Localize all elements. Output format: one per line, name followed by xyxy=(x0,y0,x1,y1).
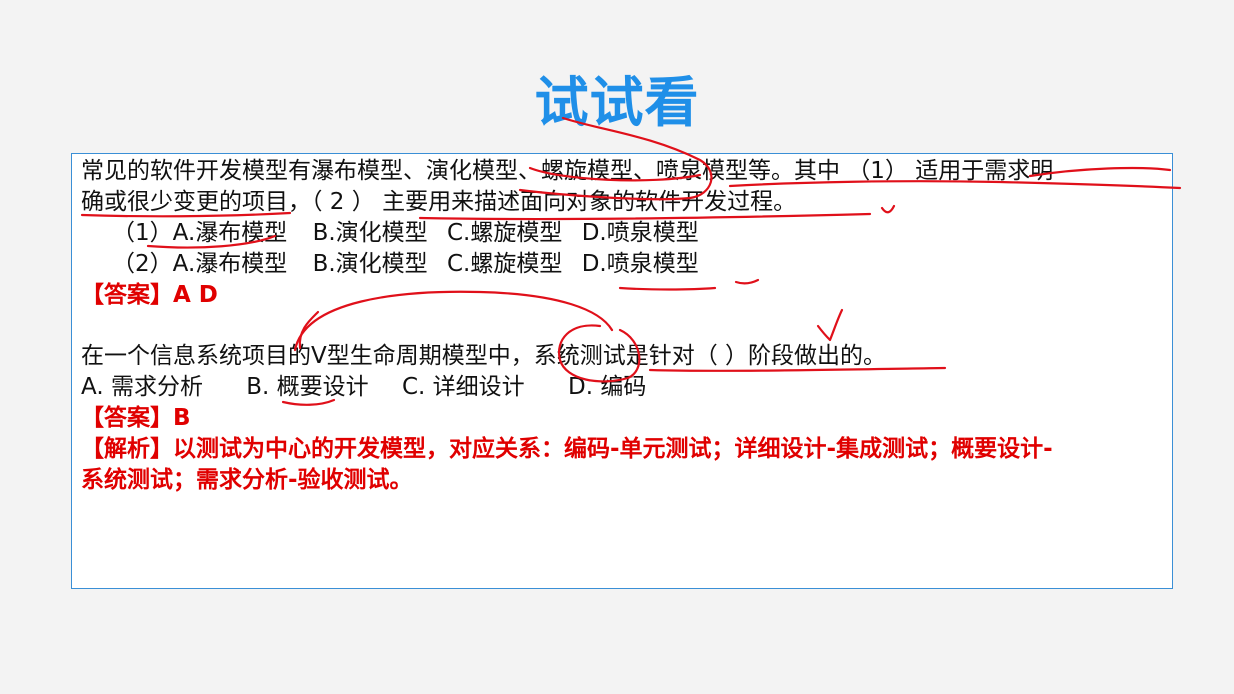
q1-option-b: B.演化模型 xyxy=(312,220,428,246)
q2-answer: 【答案】B xyxy=(81,405,191,431)
q2-option-d: D. 编码 xyxy=(567,374,647,400)
q2-option-a: A. 需求分析 xyxy=(81,374,203,400)
q1-option-label: （1） xyxy=(112,220,173,246)
q2-stem: 在一个信息系统项目的V型生命周期模型中，系统测试是针对（ ）阶段做出的。 xyxy=(81,343,887,369)
q1-option-c: C.螺旋模型 xyxy=(447,220,563,246)
q1-stem-line1: 常见的软件开发模型有瀑布模型、演化模型、螺旋模型、喷泉模型等。其中 （1） 适用… xyxy=(81,158,1054,184)
q1-option-a: A.瀑布模型 xyxy=(172,251,288,277)
q2-analysis-line2: 系统测试；需求分析-验收测试。 xyxy=(81,467,413,493)
q1-option-d: D.喷泉模型 xyxy=(581,251,699,277)
q2-analysis-line1: 【解析】以测试为中心的开发模型，对应关系：编码-单元测试；详细设计-集成测试；概… xyxy=(81,436,1053,462)
q1-option-b: B.演化模型 xyxy=(312,251,428,277)
q2-option-b: B. 概要设计 xyxy=(246,374,369,400)
q1-options-row1: （1）A.瀑布模型 B.演化模型 C.螺旋模型 D.喷泉模型 xyxy=(112,218,699,249)
q1-options-row2: （2）A.瀑布模型 B.演化模型 C.螺旋模型 D.喷泉模型 xyxy=(112,249,699,280)
q1-option-a: A.瀑布模型 xyxy=(172,220,288,246)
slide-title: 试试看 xyxy=(534,71,700,134)
q1-answer: 【答案】A D xyxy=(81,282,218,308)
q1-option-d: D.喷泉模型 xyxy=(581,220,699,246)
q1-stem-line2: 确或很少变更的项目，（ 2 ） 主要用来描述面向对象的软件开发过程。 xyxy=(81,189,797,215)
q1-option-c: C.螺旋模型 xyxy=(447,251,563,277)
q2-option-c: C. 详细设计 xyxy=(401,374,525,400)
q2-options: A. 需求分析 B. 概要设计 C. 详细设计 D. 编码 xyxy=(81,372,646,403)
q1-option-label: （2） xyxy=(112,251,173,277)
